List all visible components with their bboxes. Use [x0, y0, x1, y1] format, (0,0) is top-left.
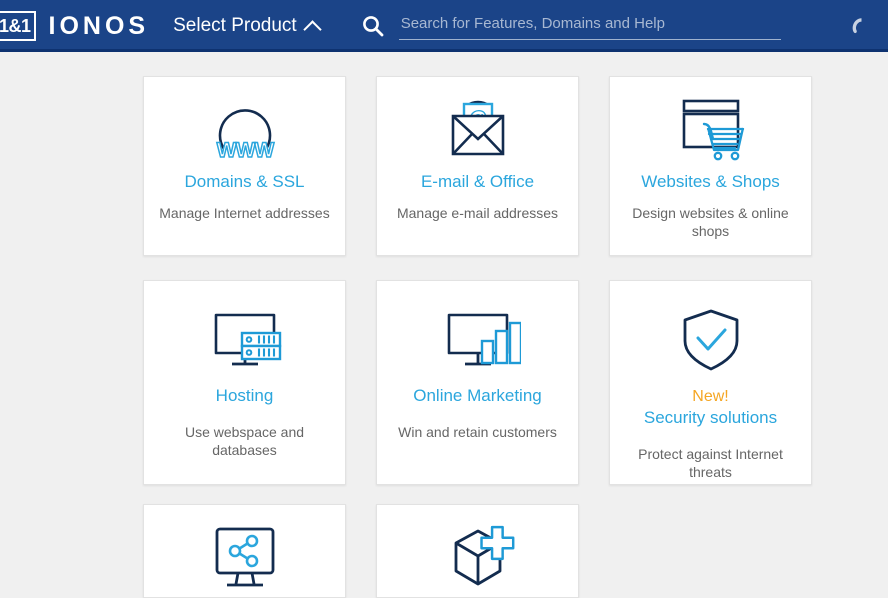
shield-check-icon: [675, 297, 747, 381]
card-description: Design websites & online shops: [632, 205, 789, 239]
product-card-monitor-share[interactable]: [143, 504, 346, 598]
card-title: Online Marketing: [413, 386, 542, 405]
card-title: Websites & Shops: [641, 172, 780, 191]
product-card-box-plus[interactable]: [376, 504, 579, 598]
card-title: Security solutions: [643, 408, 778, 427]
card-title: Domains & SSL: [184, 172, 305, 191]
card-description: Win and retain customers: [398, 424, 557, 440]
card-description: Use webspace and databases: [184, 424, 305, 458]
svg-text:WWW: WWW: [216, 139, 274, 162]
card-description: Manage Internet addresses: [159, 205, 330, 221]
monitor-server-icon: [202, 297, 288, 381]
select-product-label: Select Product: [173, 15, 297, 36]
product-card-hosting[interactable]: Hosting Use webspace and databases: [143, 280, 346, 485]
monitor-barchart-icon: [435, 297, 521, 381]
chevron-up-icon: [302, 19, 322, 39]
phone-icon[interactable]: [842, 12, 870, 40]
new-badge: New!: [692, 388, 729, 405]
browser-cart-icon: [671, 91, 751, 167]
card-title: E-mail & Office: [420, 172, 535, 191]
search-input[interactable]: [398, 12, 781, 40]
search-group: [361, 12, 781, 40]
search-icon[interactable]: [361, 14, 385, 38]
product-card-domains-ssl[interactable]: WWW Domains & SSL Manage Internet addres…: [143, 76, 346, 256]
product-card-security-solutions[interactable]: New! Security solutions Protect against …: [609, 280, 812, 485]
card-row: Hosting Use webspace and databases Onlin…: [143, 280, 843, 485]
envelope-at-icon: @: [439, 91, 517, 167]
card-row: WWW Domains & SSL Manage Internet addres…: [143, 76, 843, 256]
select-product-menu[interactable]: Select Product: [173, 15, 322, 39]
app-header: 1&1 IONOS Select Product: [0, 0, 888, 52]
monitor-share-icon: [205, 521, 285, 593]
card-title: Hosting: [215, 386, 274, 405]
logo-box-1and1: 1&1: [0, 11, 36, 41]
product-card-websites-shops[interactable]: Websites & Shops Design websites & onlin…: [609, 76, 812, 256]
ionos-logo[interactable]: 1&1 IONOS: [0, 11, 149, 41]
product-card-online-marketing[interactable]: Online Marketing Win and retain customer…: [376, 280, 579, 485]
card-description: Manage e-mail addresses: [396, 205, 559, 221]
card-row: [143, 504, 843, 598]
globe-www-icon: WWW: [206, 91, 284, 167]
product-card-email-office[interactable]: @ E-mail & Office Manage e-mail addresse…: [376, 76, 579, 256]
card-description: Protect against Internet threats: [638, 446, 783, 480]
product-card-grid: WWW Domains & SSL Manage Internet addres…: [143, 76, 843, 598]
box-plus-icon: [438, 521, 518, 593]
logo-wordmark-ionos: IONOS: [48, 11, 150, 40]
